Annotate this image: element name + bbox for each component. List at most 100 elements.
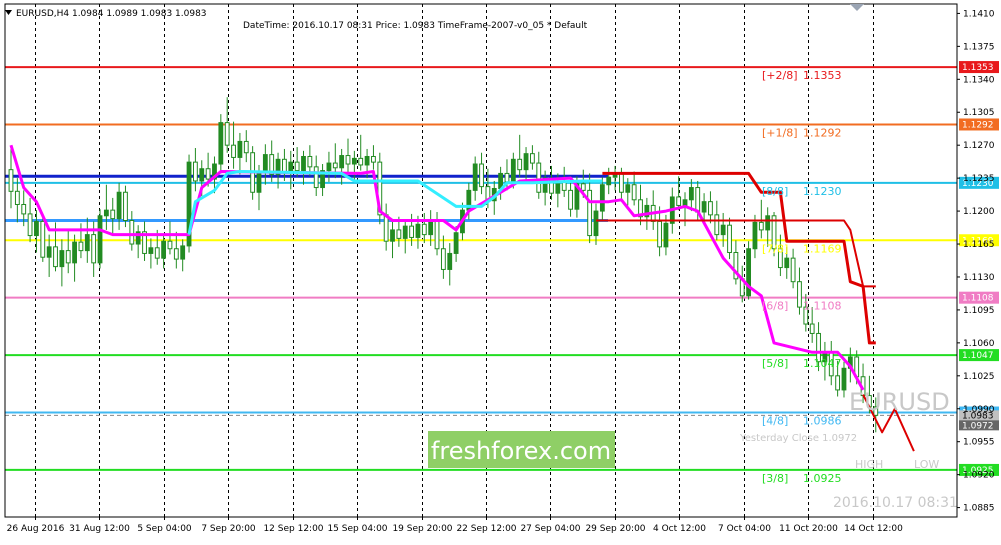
price-tick-label: 1.0920 [963, 471, 995, 481]
candle-body [351, 157, 357, 165]
candle-body [224, 122, 230, 146]
time-tick-label: 7 Oct 04:00 [718, 524, 771, 534]
murrey-level-label: [3/8] [762, 472, 788, 485]
price-tick-label: 1.1200 [963, 207, 995, 217]
price-badge-text: 1.1292 [962, 120, 994, 130]
time-tick-label: 26 Aug 2016 [7, 524, 65, 534]
candle-body [91, 234, 97, 264]
symbol-header: EURUSD,H4 1.0984 1.0989 1.0983 1.0983 [16, 9, 207, 19]
candle-body [619, 172, 624, 193]
price-tick-label: 1.1410 [963, 9, 995, 19]
candle-body [148, 247, 154, 254]
candle-body [383, 214, 389, 242]
time-tick-label: 14 Oct 12:00 [844, 524, 903, 534]
candle-body [84, 234, 90, 252]
time-tick-label: 11 Oct 20:00 [779, 524, 838, 534]
candle-body [529, 153, 535, 164]
candle-body [752, 221, 758, 250]
candle-body [536, 162, 542, 193]
candle-body [218, 122, 224, 165]
murrey-level-value: 1.1292 [803, 126, 842, 139]
murrey-level-value: 1.0925 [803, 472, 842, 485]
overlay-low-label: LOW [914, 458, 939, 471]
candle-body [835, 375, 841, 391]
candle-body [434, 219, 440, 250]
candle-body [46, 246, 52, 258]
candle-body [53, 246, 58, 268]
candle-body [103, 209, 109, 217]
price-tick-label: 1.1340 [963, 75, 995, 85]
candle-body [313, 166, 319, 189]
candle-body [78, 241, 84, 252]
candle-body [371, 155, 376, 163]
price-badge-text: 1.1047 [962, 351, 994, 361]
candle-body [421, 223, 427, 236]
chart-area[interactable]: freshforex.com [+2/8] 1.1353 1.1353 [+1/8] 1… [0, 0, 1001, 541]
candle-body [517, 158, 523, 171]
murrey-level-value: 1.1108 [803, 300, 842, 313]
candle-body [301, 155, 306, 172]
candle-body [784, 257, 790, 269]
candle-body [59, 250, 65, 268]
candle-body [580, 183, 586, 191]
candle-body [708, 201, 713, 216]
time-tick-label: 31 Aug 12:00 [69, 524, 130, 534]
price-tick-label: 1.0885 [963, 504, 995, 514]
candle-body [34, 220, 39, 237]
candle-body [358, 157, 364, 166]
candle-body [472, 163, 478, 191]
candle-body [110, 209, 116, 220]
candle-body [606, 176, 612, 186]
time-tick-label: 5 Sep 04:00 [137, 524, 192, 534]
murrey-level-value: 1.1169 [803, 242, 842, 255]
candle-body [21, 203, 27, 215]
time-tick-label: 27 Sep 04:00 [520, 524, 580, 534]
candle-body [841, 367, 847, 391]
candle-body [631, 184, 637, 201]
candle-body [479, 163, 484, 188]
price-tick-label: 1.1095 [963, 306, 995, 316]
candle-body [663, 222, 669, 248]
overlay-datetime: 2016.10.17 08:31 [833, 495, 958, 511]
murrey-level-label: [7/8] [762, 242, 788, 255]
candle-body [40, 220, 46, 258]
price-tick-label: 1.1270 [963, 141, 995, 151]
murrey-level-label: [5/8] [762, 357, 788, 370]
price-tick-label: 1.1235 [963, 174, 995, 184]
price-badge-text: 1.1353 [962, 63, 994, 73]
candle-body [8, 169, 14, 192]
candle-body [72, 241, 77, 264]
candle-body [682, 199, 688, 206]
candle-body [720, 224, 726, 236]
candle-body [599, 184, 605, 212]
candle-body [402, 225, 408, 239]
candle-body [14, 190, 20, 205]
candle-body [625, 184, 631, 193]
candle-body [727, 224, 732, 253]
candle-body [65, 250, 71, 264]
chart-svg[interactable]: freshforex.com [+2/8] 1.1353 1.1353 [+1/8] 1… [0, 0, 1001, 541]
time-tick-label: 29 Sep 20:00 [585, 524, 645, 534]
candle-body [428, 219, 434, 236]
candle-body [657, 220, 662, 248]
candle-body [510, 158, 516, 183]
candle-body [415, 223, 421, 238]
time-tick-label: 15 Sep 04:00 [327, 524, 387, 534]
candle-body [345, 155, 351, 165]
candle-body [97, 215, 103, 264]
candle-body [161, 240, 167, 259]
candle-body [797, 281, 802, 308]
candle-body [390, 229, 395, 242]
candle-body [307, 155, 313, 168]
info-line: DateTime: 2016.10.17 08:31 Price: 1.0983… [243, 21, 588, 31]
murrey-level-value: 1.1353 [803, 69, 842, 82]
overlay-symbol: EURUSD [849, 388, 950, 416]
price-tick-label: 1.1060 [963, 339, 995, 349]
candle-body [714, 214, 720, 236]
candle-body [695, 187, 701, 213]
candle-body [192, 161, 198, 182]
watermark-layer: freshforex.com [428, 431, 615, 468]
candle-body [447, 252, 453, 270]
watermark-text: freshforex.com [431, 437, 611, 465]
price-tick-label: 1.1305 [963, 108, 995, 118]
